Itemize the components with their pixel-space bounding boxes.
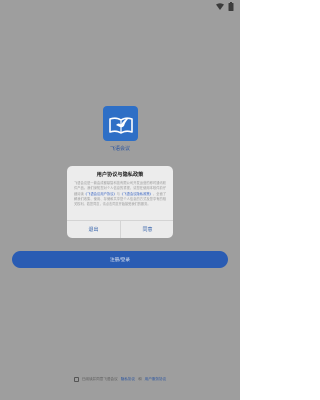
user-agreement-link[interactable]: 《飞语会议用户协议》 [84, 192, 117, 196]
agreement-footer: 已阅读并同意飞语会议 隐私协议和用户服务协议 [0, 377, 240, 382]
privacy-dialog: 用户协议与隐私政策 飞语会议是一款由成都鼎智科技有限公司开发运营的即时通讯软件产… [67, 166, 173, 238]
footer-and: 和 [138, 377, 142, 381]
footer-privacy-link[interactable]: 隐私协议 [121, 377, 135, 382]
agree-button[interactable]: 同意 [121, 221, 173, 238]
app-logo [103, 106, 138, 141]
book-bird-icon [108, 116, 133, 134]
dialog-body: 飞语会议是一款由成都鼎智科技有限公司开发运营的即时通讯软件产品。我们深知您对个人… [74, 181, 166, 207]
footer-prefix: 已阅读并同意飞语会议 [81, 377, 118, 381]
wifi-icon [216, 3, 224, 10]
app-screen: 飞语会议 用户协议与隐私政策 飞语会议是一款由成都鼎智科技有限公司开发运营的即时… [0, 0, 240, 400]
exit-button[interactable]: 退出 [67, 221, 120, 238]
privacy-policy-link[interactable]: 《飞语会议隐私政策》 [120, 192, 153, 196]
agreement-checkbox[interactable] [73, 377, 79, 382]
status-bar [0, 0, 240, 14]
status-icons [216, 2, 234, 11]
battery-icon [228, 2, 234, 11]
footer-user-agreement-link[interactable]: 用户服务协议 [145, 377, 167, 382]
app-name: 飞语会议 [109, 146, 130, 152]
login-register-button[interactable]: 注册/登录 [12, 251, 228, 268]
dialog-title: 用户协议与隐私政策 [96, 172, 144, 178]
